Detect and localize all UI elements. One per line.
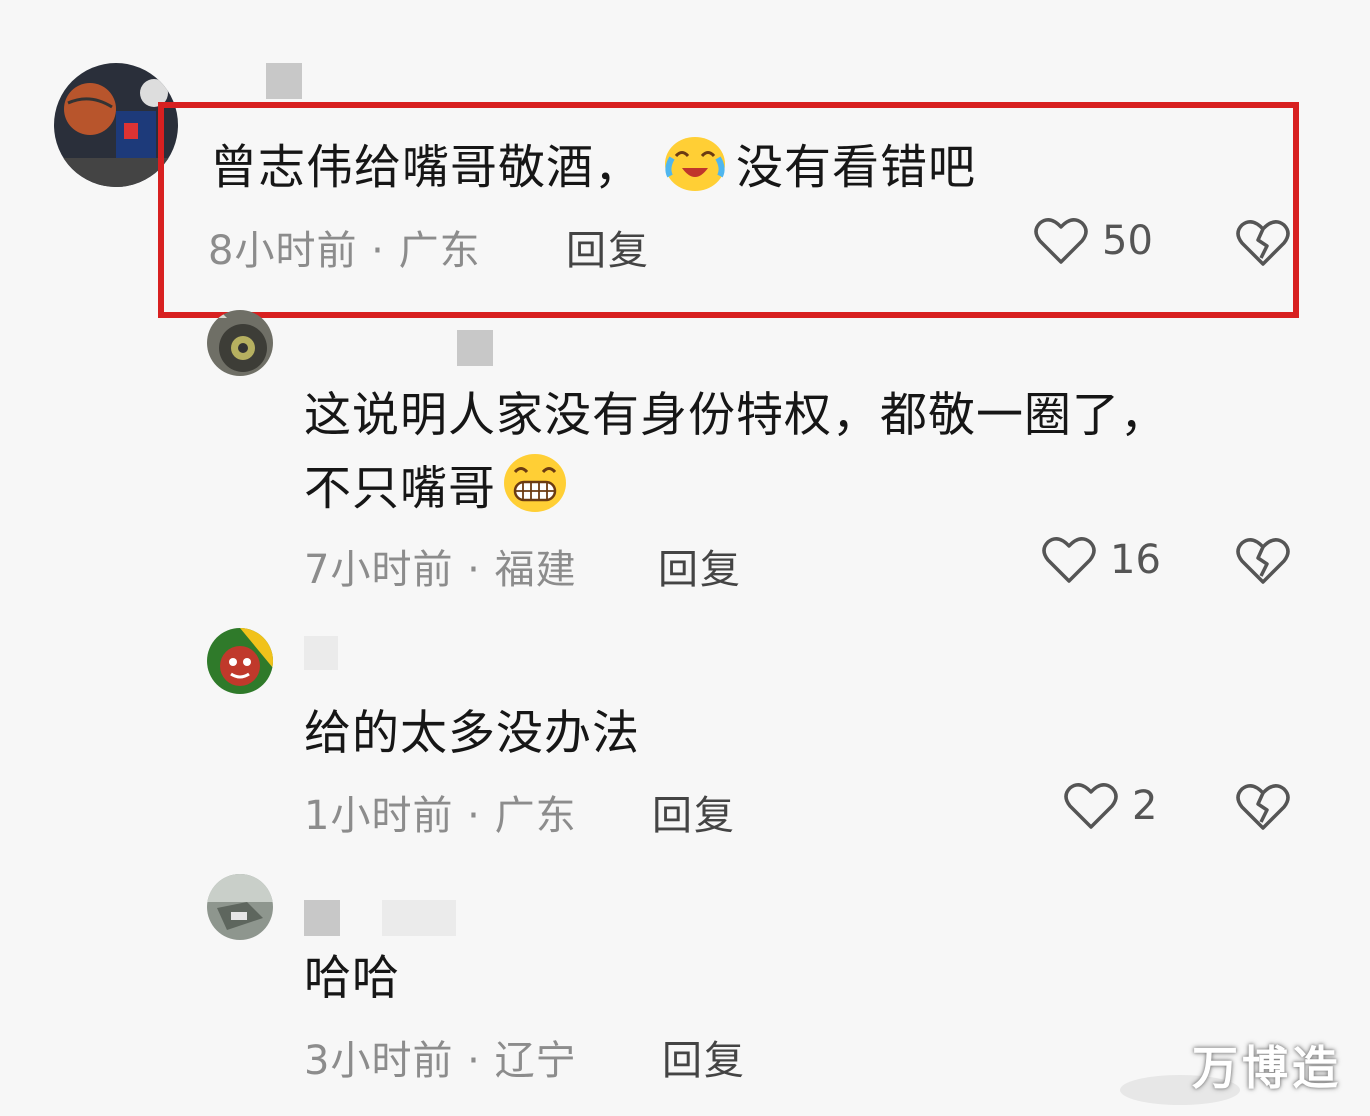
like-button[interactable]: 16: [1042, 535, 1161, 585]
username-redacted: [266, 63, 302, 99]
username-redacted: [457, 330, 493, 366]
meta-separator: ·: [467, 1038, 481, 1084]
avatar-image: [207, 874, 273, 940]
comment-time: 7小时前: [304, 547, 454, 593]
dislike-button[interactable]: [1236, 536, 1290, 590]
comment-text: 这说明人家没有身份特权，都敬一圈了，: [304, 388, 1168, 443]
meta-separator: ·: [467, 547, 481, 593]
reply-button[interactable]: 回复: [652, 783, 736, 841]
comment-location: 福建: [494, 547, 577, 593]
username-redacted: [304, 636, 338, 670]
like-count: 2: [1132, 783, 1158, 829]
comment-meta: 1小时前 · 广东: [304, 783, 577, 841]
username-redacted-2: [382, 900, 456, 936]
avatar[interactable]: [207, 310, 273, 376]
heart-outline-icon: [1064, 783, 1118, 829]
comment-meta: 7小时前 · 福建: [304, 537, 577, 595]
highlight-box: [158, 102, 1299, 318]
comment-text: 哈哈: [304, 951, 400, 1006]
reply-button[interactable]: 回复: [662, 1028, 746, 1086]
comment-meta: 3小时前 · 辽宁: [304, 1028, 577, 1086]
comment-text-line2: 不只嘴哥: [304, 452, 568, 532]
watermark: 万博造: [1192, 1041, 1342, 1095]
comment-location: 辽宁: [494, 1038, 577, 1084]
grin-emoji-icon: [502, 452, 568, 532]
broken-heart-icon: [1236, 784, 1290, 830]
reply-button[interactable]: 回复: [658, 537, 742, 595]
username-redacted: [304, 900, 340, 936]
comment-text: 给的太多没办法: [304, 706, 640, 761]
comment-text-part2: 不只嘴哥: [304, 461, 496, 517]
meta-separator: ·: [467, 793, 481, 839]
like-button[interactable]: 2: [1064, 781, 1157, 831]
like-count: 16: [1110, 537, 1161, 583]
dislike-button[interactable]: [1236, 782, 1290, 836]
avatar[interactable]: [207, 628, 273, 694]
comment-location: 广东: [494, 793, 577, 839]
comment-time: 1小时前: [304, 793, 454, 839]
broken-heart-icon: [1236, 538, 1290, 584]
comment-time: 3小时前: [304, 1038, 454, 1084]
avatar-image: [207, 628, 273, 694]
avatar-image: [207, 310, 273, 376]
avatar[interactable]: [207, 874, 273, 940]
heart-outline-icon: [1042, 537, 1096, 583]
